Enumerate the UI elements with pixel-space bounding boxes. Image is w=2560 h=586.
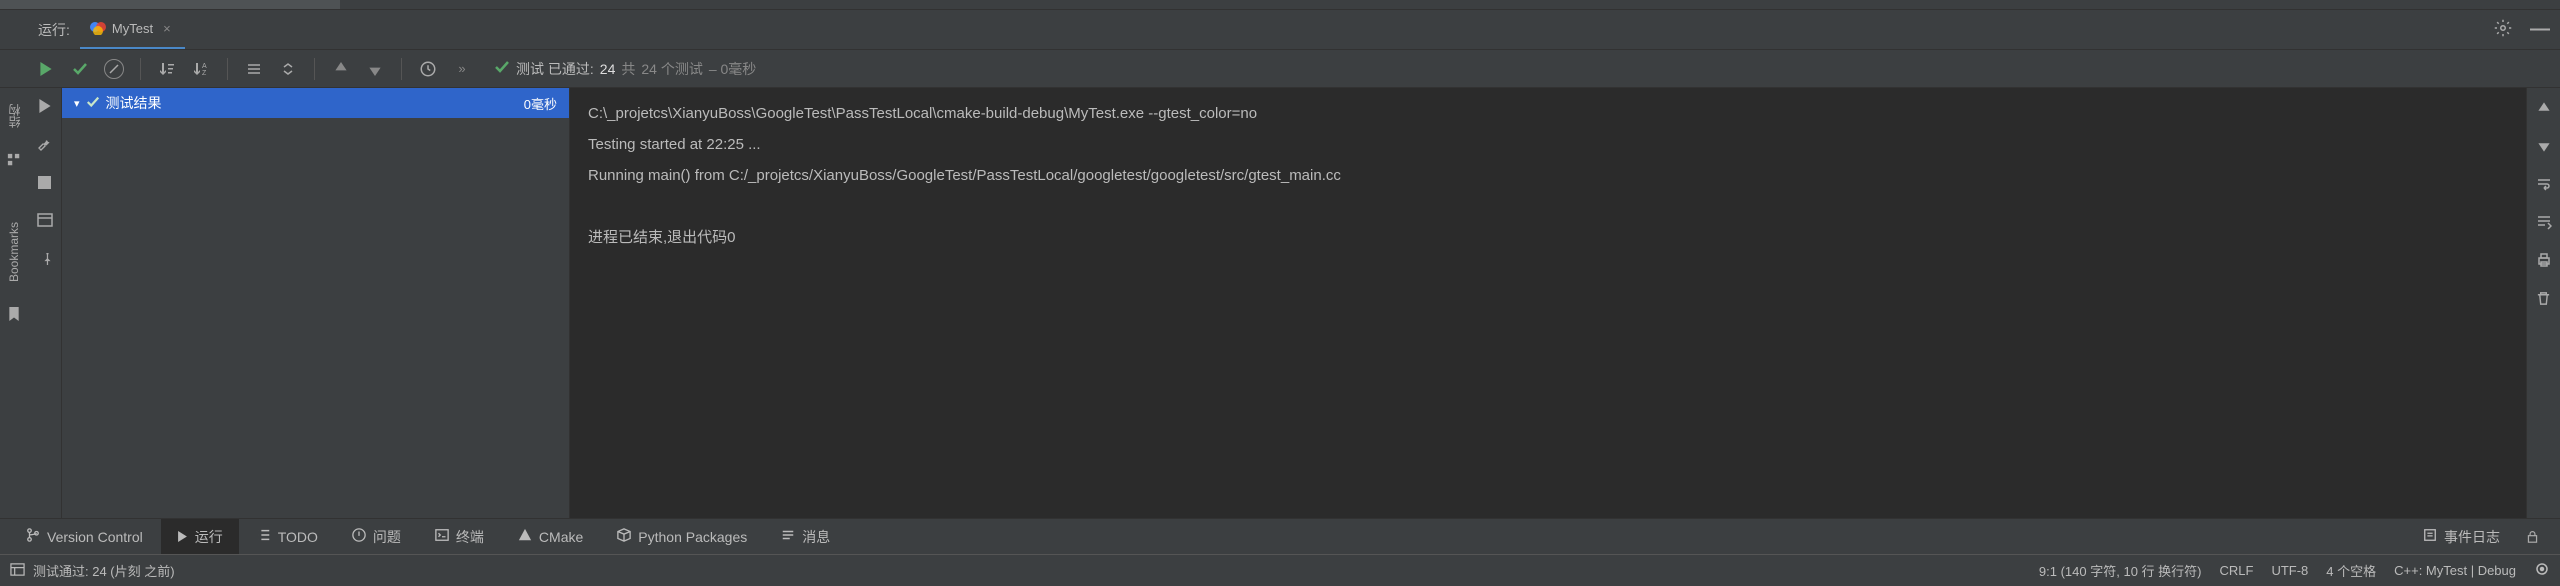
tab-eventlog[interactable]: 事件日志 [2415,527,2508,547]
tree-root-label: 测试结果 [106,93,162,113]
gtest-icon [90,19,106,38]
console-line: C:\_projetcs\XianyuBoss\GoogleTest\PassT… [588,105,1257,122]
test-toolbar: AZ » 测试 已通过: 24 共 24 个测试 – 0毫秒 [0,50,2560,88]
list-icon [257,528,271,545]
run-config[interactable]: C++: MyTest | Debug [2394,563,2516,578]
tree-root-time: 0毫秒 [524,94,557,113]
tab-vcs[interactable]: Version Control [10,519,159,554]
svg-text:Z: Z [202,70,207,77]
tab-cmake[interactable]: CMake [502,519,599,554]
soft-wrap-icon[interactable] [2534,174,2554,194]
chevron-down-icon: ▾ [74,97,80,110]
line-separator[interactable]: CRLF [2219,563,2253,578]
close-icon[interactable]: × [159,21,175,36]
status-duration: – 0毫秒 [709,59,756,79]
tab-todo[interactable]: TODO [241,519,334,554]
status-total: 24 个测试 [641,59,702,79]
history-icon[interactable] [416,57,440,81]
run-label: 运行: [0,20,80,40]
check-icon [86,95,100,112]
next-failed-icon[interactable] [363,57,387,81]
wrench-icon[interactable] [35,134,55,154]
console-line: Testing started at 22:25 ... [588,136,761,153]
show-ignored-button[interactable] [102,57,126,81]
rerun-button[interactable] [34,57,58,81]
window-icon[interactable] [10,562,25,580]
lock-icon[interactable] [2522,527,2542,547]
stop-icon[interactable] [35,172,55,192]
check-icon [494,59,510,78]
far-left-gutter: 结构 Bookmarks [0,88,28,518]
sort-alpha-icon[interactable]: AZ [189,57,213,81]
status-passed: 24 [600,61,616,77]
run-tab-bar: 运行: MyTest × — [0,10,2560,50]
tab-terminal[interactable]: 终端 [419,519,500,554]
pin-icon[interactable] [35,248,55,268]
minimize-icon[interactable]: — [2530,18,2550,41]
terminal-icon [435,528,449,545]
console-right-gutter [2526,88,2560,518]
bookmarks-tool[interactable]: Bookmarks [7,222,21,282]
log-icon [2423,528,2437,545]
top-strip [0,0,2560,10]
status-sep: 共 [621,59,635,79]
test-tree-panel: ▾ 测试结果 0毫秒 [62,88,570,518]
console-line: 进程已结束,退出代码0 [588,229,736,246]
collapse-all-icon[interactable] [276,57,300,81]
svg-text:A: A [202,63,207,70]
show-passed-button[interactable] [68,57,92,81]
run-side-gutter [28,88,62,518]
play-icon [177,529,188,545]
chevron-right-icon[interactable]: » [450,57,474,81]
scroll-down-icon[interactable] [2534,136,2554,156]
file-encoding[interactable]: UTF-8 [2271,563,2308,578]
layout-icon[interactable] [35,210,55,230]
tab-label: MyTest [112,21,153,36]
trash-icon[interactable] [2534,288,2554,308]
messages-icon [781,528,795,545]
structure-tool[interactable]: 结构 [6,104,23,128]
sort-down-icon[interactable] [155,57,179,81]
settings-icon[interactable] [2494,19,2512,40]
package-icon [617,528,631,545]
main-area: 结构 Bookmarks ▾ 测试结果 0毫秒 C:\_projetcs\Xia… [0,88,2560,518]
tab-run[interactable]: 运行 [161,519,239,554]
scroll-to-end-icon[interactable] [2534,212,2554,232]
warning-icon [352,528,366,545]
tab-messages[interactable]: 消息 [765,519,846,554]
tab-mytest[interactable]: MyTest × [80,10,185,49]
branch-icon [26,528,40,545]
print-icon[interactable] [2534,250,2554,270]
status-bar: 测试通过: 24 (片刻 之前) 9:1 (140 字符, 10 行 换行符) … [0,554,2560,586]
console-output[interactable]: C:\_projetcs\XianyuBoss\GoogleTest\PassT… [570,88,2526,518]
bottom-tool-tabs: Version Control 运行 TODO 问题 终端 CMake Pyth… [0,518,2560,554]
tree-root-row[interactable]: ▾ 测试结果 0毫秒 [62,88,569,118]
prev-failed-icon[interactable] [329,57,353,81]
expand-all-icon[interactable] [242,57,266,81]
console-line: Running main() from C:/_projetcs/XianyuB… [588,167,1341,184]
rerun-side-button[interactable] [35,96,55,116]
cmake-icon [518,528,532,545]
structure-icon[interactable] [4,150,24,170]
status-prefix: 测试 已通过: [516,59,594,79]
tab-problems[interactable]: 问题 [336,519,417,554]
bookmarks-icon[interactable] [4,304,24,324]
tab-python[interactable]: Python Packages [601,519,763,554]
scroll-up-icon[interactable] [2534,98,2554,118]
